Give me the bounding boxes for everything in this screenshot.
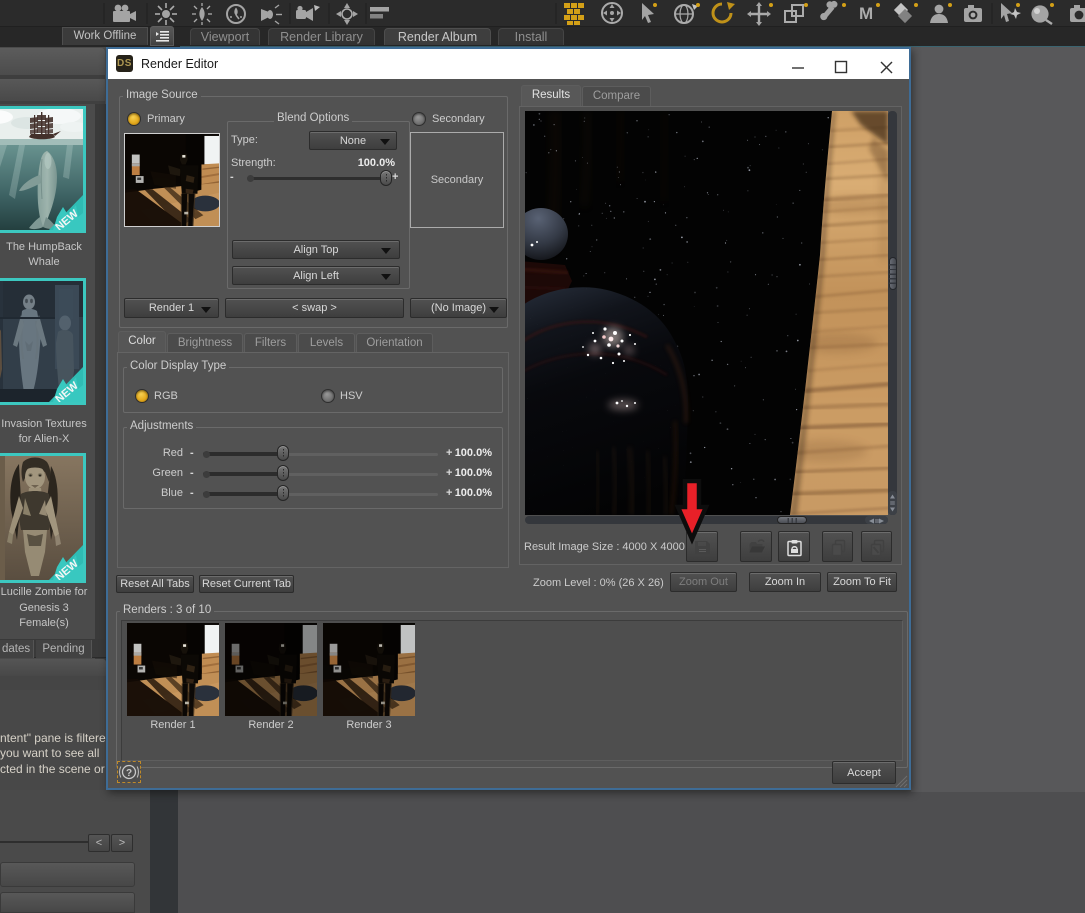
svg-text:?: ? <box>126 768 132 779</box>
svg-text:M: M <box>859 4 873 23</box>
